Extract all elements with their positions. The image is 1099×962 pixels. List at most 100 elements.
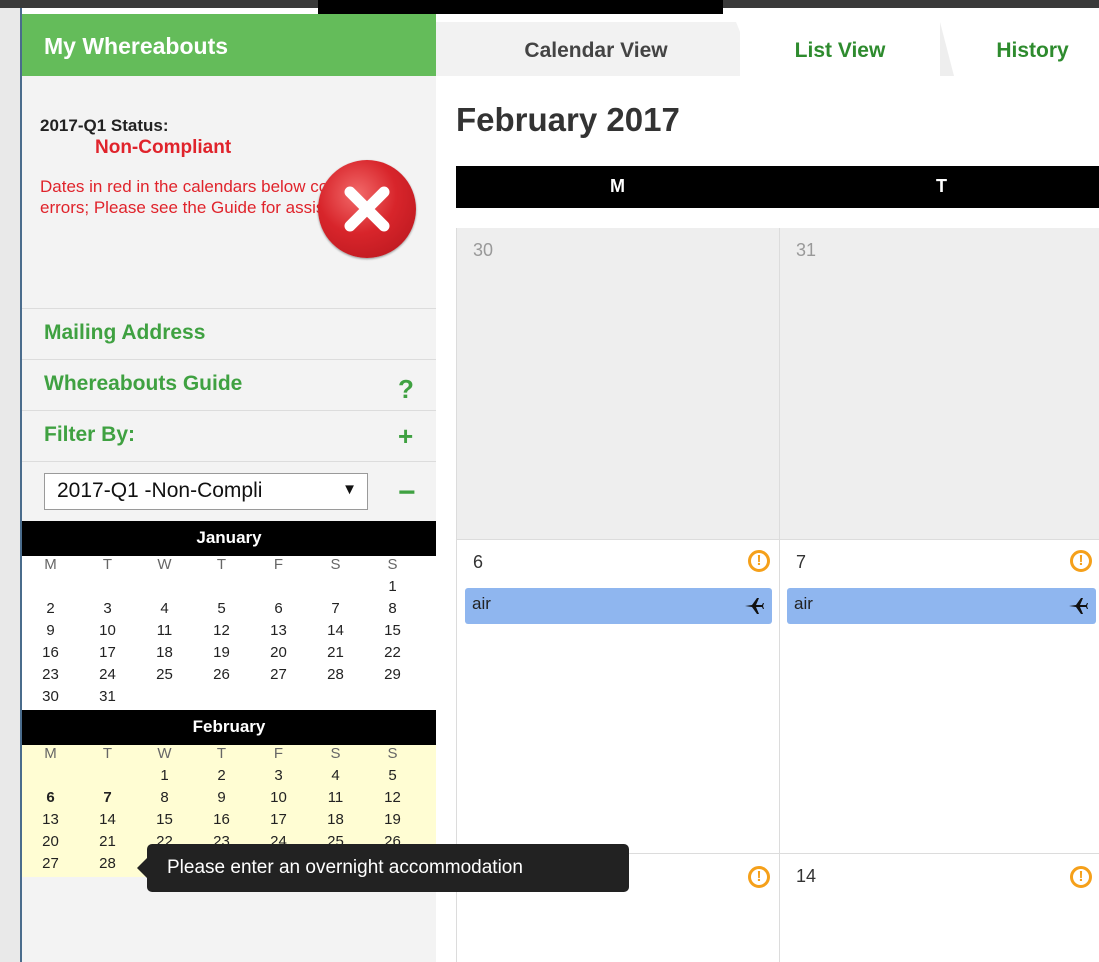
mini-calendar-day[interactable]: 7	[79, 789, 136, 811]
mailing-address-link[interactable]: Mailing Address	[22, 309, 436, 360]
mini-calendar-day[interactable]: 16	[193, 811, 250, 833]
dow-label: S	[387, 745, 398, 762]
mini-calendar-day[interactable]: 13	[250, 622, 307, 644]
mini-calendar-day[interactable]: 20	[22, 833, 79, 855]
mini-calendar-day[interactable]: 7	[307, 600, 364, 622]
minus-icon[interactable]: −	[398, 476, 416, 510]
mini-calendar-day[interactable]: 5	[364, 767, 421, 789]
mini-calendar-day[interactable]: 4	[136, 600, 193, 622]
mini-calendar-day[interactable]: 9	[22, 622, 79, 644]
dow-label: S	[387, 556, 398, 573]
status-label: 2017-Q1 Status:	[40, 116, 169, 135]
calendar-day-cell[interactable]: 14 !	[779, 854, 1099, 962]
mini-calendar-day[interactable]: 12	[193, 622, 250, 644]
filter-by-row[interactable]: Filter By: +	[22, 411, 436, 462]
mini-calendar-day[interactable]: 14	[307, 622, 364, 644]
dow-label: W	[157, 556, 172, 573]
calendar-dow-header: M T	[456, 166, 1099, 208]
mini-calendar-week: 16 17 18 19 20 21 22	[22, 644, 436, 666]
mini-calendar-day[interactable]: 17	[79, 644, 136, 666]
mini-calendar-day[interactable]: 17	[250, 811, 307, 833]
mini-calendar-day[interactable]: 6	[22, 789, 79, 811]
warning-icon[interactable]: !	[748, 866, 770, 888]
mini-calendar-day[interactable]: 3	[79, 600, 136, 622]
mini-calendar-day[interactable]: 31	[79, 688, 136, 710]
mini-calendar-day[interactable]: 27	[250, 666, 307, 688]
day-number: 30	[473, 240, 494, 260]
dow-label: W	[157, 745, 172, 762]
dow-label: F	[273, 745, 284, 762]
mini-calendar-day[interactable]: 21	[307, 644, 364, 666]
mini-calendar-day[interactable]: 23	[22, 666, 79, 688]
mini-calendar-day[interactable]: 11	[136, 622, 193, 644]
mini-calendar-empty	[136, 688, 193, 710]
mini-calendar-week: 6 7 8 9 10 11 12	[22, 789, 436, 811]
mini-calendar-day[interactable]: 8	[136, 789, 193, 811]
mini-calendar-empty	[193, 578, 250, 600]
mini-calendar-day[interactable]: 11	[307, 789, 364, 811]
calendar-day-cell[interactable]: 6 ! air	[456, 540, 779, 854]
warning-icon[interactable]: !	[1070, 866, 1092, 888]
mini-calendar-day[interactable]: 13	[22, 811, 79, 833]
filter-select-value: 2017-Q1 -Non-Compli	[57, 479, 263, 502]
mini-calendar-day[interactable]: 8	[364, 600, 421, 622]
filter-select[interactable]: 2017-Q1 -Non-Compli ▼	[44, 473, 368, 510]
warning-icon[interactable]: !	[1070, 550, 1092, 572]
plus-icon[interactable]: +	[398, 421, 413, 452]
mini-calendar-day[interactable]: 19	[193, 644, 250, 666]
tab-history[interactable]: History	[966, 22, 1099, 76]
mini-calendar-day[interactable]: 15	[364, 622, 421, 644]
calendar-day-cell[interactable]: 30	[456, 228, 779, 540]
mini-calendar-empty	[22, 767, 79, 789]
mini-calendar-day[interactable]: 25	[136, 666, 193, 688]
tab-calendar-view[interactable]: Calendar View	[436, 22, 758, 76]
dow-label: S	[330, 556, 341, 573]
mini-calendar-title: January	[22, 521, 436, 556]
help-icon[interactable]: ?	[398, 374, 414, 405]
view-tabs: Calendar View List View History	[436, 14, 1099, 76]
dow-label: M	[44, 556, 57, 573]
mini-calendar-day[interactable]: 18	[136, 644, 193, 666]
calendar-day-cell[interactable]: 7 ! air	[779, 540, 1099, 854]
mini-calendar-day[interactable]: 12	[364, 789, 421, 811]
event-air[interactable]: air	[465, 588, 772, 624]
mini-calendar-day[interactable]: 1	[136, 767, 193, 789]
warning-icon[interactable]: !	[748, 550, 770, 572]
event-label: air	[794, 594, 813, 613]
tooltip: Please enter an overnight accommodation	[137, 844, 629, 892]
mini-calendar-day[interactable]: 16	[22, 644, 79, 666]
mini-calendar-day[interactable]: 10	[79, 622, 136, 644]
mini-calendar-day[interactable]: 18	[307, 811, 364, 833]
dow-label: T	[102, 556, 113, 573]
mini-calendar-title: February	[22, 710, 436, 745]
mini-calendar-empty	[364, 688, 421, 710]
mini-calendar-day[interactable]: 15	[136, 811, 193, 833]
mini-calendar-day[interactable]: 9	[193, 789, 250, 811]
calendar-day-cell[interactable]: 31	[779, 228, 1099, 540]
mini-calendar-day[interactable]: 3	[250, 767, 307, 789]
mini-calendar-day[interactable]: 22	[364, 644, 421, 666]
whereabouts-guide-link[interactable]: Whereabouts Guide ?	[22, 360, 436, 411]
mini-calendar-day[interactable]: 24	[79, 666, 136, 688]
mini-calendar-day[interactable]: 30	[22, 688, 79, 710]
mini-calendar-day[interactable]: 2	[193, 767, 250, 789]
mini-calendar-day[interactable]: 6	[250, 600, 307, 622]
mini-calendar-day[interactable]: 1	[364, 578, 421, 600]
mini-calendar-day[interactable]: 19	[364, 811, 421, 833]
mini-calendar-day[interactable]: 29	[364, 666, 421, 688]
filter-select-row: 2017-Q1 -Non-Compli ▼ −	[22, 462, 436, 521]
tab-list-view[interactable]: List View	[740, 22, 954, 76]
mini-calendar-day[interactable]: 27	[22, 855, 79, 877]
mini-calendar-day[interactable]: 21	[79, 833, 136, 855]
mini-calendar-day[interactable]: 20	[250, 644, 307, 666]
mini-calendar-day[interactable]: 28	[307, 666, 364, 688]
mini-calendar-day[interactable]: 4	[307, 767, 364, 789]
mini-calendar-day[interactable]: 2	[22, 600, 79, 622]
calendar-title: February 2017	[456, 101, 680, 138]
mini-calendar-day[interactable]: 14	[79, 811, 136, 833]
mini-calendar-day[interactable]: 26	[193, 666, 250, 688]
mini-calendar-day[interactable]: 28	[79, 855, 136, 877]
mini-calendar-day[interactable]: 5	[193, 600, 250, 622]
event-air[interactable]: air	[787, 588, 1096, 624]
mini-calendar-day[interactable]: 10	[250, 789, 307, 811]
